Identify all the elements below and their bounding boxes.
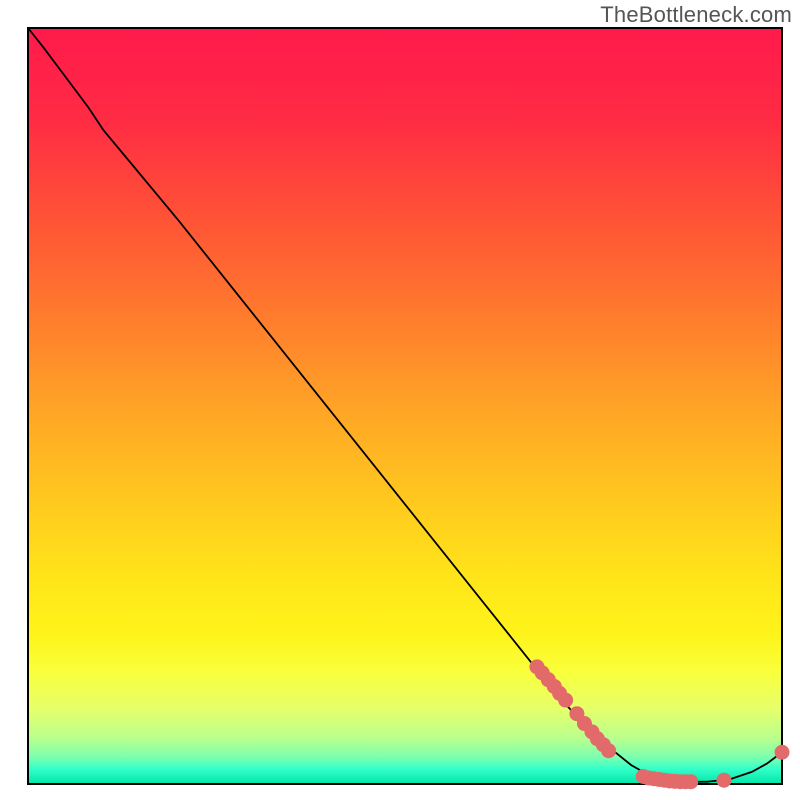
marker-point [558,693,573,708]
plot-background [28,28,782,784]
bottleneck-chart [0,0,800,800]
marker-point [683,774,698,789]
chart-container: TheBottleneck.com [0,0,800,800]
marker-point [601,743,616,758]
marker-point [716,773,731,788]
marker-point [775,745,790,760]
